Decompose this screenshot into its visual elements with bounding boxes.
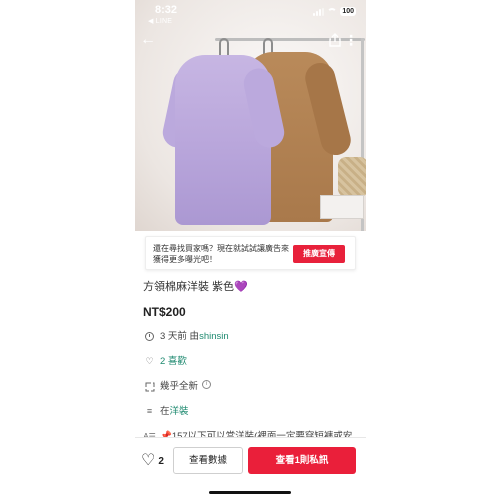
arrow-left-icon[interactable]: ← (140, 31, 156, 49)
likes-row: ♡ 2 喜歡 (143, 355, 358, 368)
phone-screen: 8:32 ◀ LINE 100 ← ⋮ 還在尋找買家嗎？現在就試試讓廣告來獲得更… (135, 0, 366, 500)
heart-outline-icon: ♡ (145, 356, 154, 366)
info-icon[interactable]: i (202, 380, 212, 389)
wicker-basket (338, 157, 366, 197)
category-row: ≡ 在 洋裝 (143, 405, 358, 418)
listing-title: 方領棉麻洋裝 紫色💜 (143, 278, 358, 296)
condition-tag-icon (143, 380, 156, 393)
battery-icon: 100 (340, 7, 356, 16)
like-count: 2 (158, 455, 164, 467)
purple-heart-emoji: 💜 (234, 281, 248, 293)
book (320, 195, 364, 219)
listing-title-text: 方領棉麻洋裝 紫色 (143, 281, 235, 293)
signal-icon (313, 7, 325, 16)
category-prefix: 在 (160, 406, 170, 417)
condition-row: 幾乎全新 i (143, 380, 358, 393)
status-bar: 8:32 ◀ LINE 100 (135, 0, 366, 30)
view-stats-button[interactable]: 查看數據 (173, 447, 243, 474)
posted-time: 3 天前 由 (160, 331, 200, 342)
menu-lines-icon: ≡ (146, 406, 153, 416)
status-time: 8:32 (155, 4, 178, 16)
bottom-action-bar: ♡ 2 查看數據 查看1則私訊 (135, 437, 366, 485)
home-indicator (209, 491, 291, 494)
clock-icon (143, 330, 156, 343)
posted-info-row: 3 天前 由 shinsin (143, 330, 358, 343)
promotion-banner: 還在尋找買家嗎？現在就試試讓廣告來獲得更多曝光吧！ 推廣宣傳 (145, 236, 356, 270)
view-chats-button[interactable]: 查看1則私訊 (248, 447, 356, 474)
wifi-icon (327, 7, 338, 16)
like-button[interactable]: ♡ 2 (141, 453, 164, 469)
promote-button[interactable]: 推廣宣傳 (293, 245, 345, 263)
seller-link[interactable]: shinsin (199, 330, 229, 343)
share-icon[interactable] (328, 33, 342, 47)
more-vertical-icon[interactable]: ⋮ (344, 32, 358, 48)
system-icons: 100 (313, 7, 356, 16)
condition-text: 幾乎全新 (160, 381, 199, 392)
category-link[interactable]: 洋裝 (170, 405, 189, 418)
listing-details: 方領棉麻洋裝 紫色💜 NT$200 3 天前 由 shinsin ♡ 2 喜歡 … (143, 278, 358, 456)
likes-link[interactable]: 2 喜歡 (160, 355, 187, 368)
heart-outline-icon: ♡ (141, 452, 156, 469)
promotion-text: 還在尋找買家嗎？現在就試試讓廣告來獲得更多曝光吧！ (153, 244, 289, 264)
listing-price: NT$200 (143, 305, 186, 319)
top-navigation: ← ⋮ (135, 30, 366, 52)
back-to-app-link[interactable]: ◀ LINE (148, 17, 172, 25)
